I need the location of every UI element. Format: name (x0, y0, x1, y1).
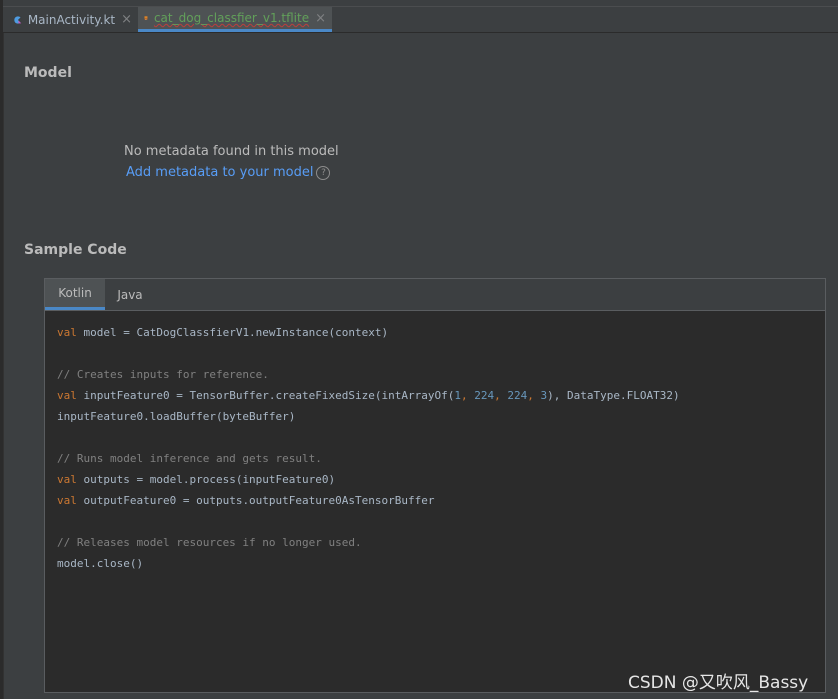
code-line: val outputs = model.process(inputFeature… (57, 473, 335, 486)
tab-bar-top-strip (3, 0, 838, 7)
code-comment: // Creates inputs for reference. (57, 368, 269, 381)
code-line: val model = CatDogClassfierV1.newInstanc… (57, 326, 388, 339)
code-line: val outputFeature0 = outputs.outputFeatu… (57, 494, 435, 507)
close-icon[interactable]: × (315, 11, 326, 26)
editor-tab-bar: MainActivity.kt × TFL cat_dog_classfier_… (3, 0, 838, 33)
model-section-title: Model (24, 65, 72, 81)
tab-java[interactable]: Java (105, 279, 155, 310)
tab-label: MainActivity.kt (27, 12, 116, 27)
keyword: val (57, 473, 77, 486)
code-line: model.close() (57, 557, 144, 570)
code-comment: // Releases model resources if no longer… (57, 536, 362, 549)
code-text: model = CatDogClassfierV1.newInstance(co… (76, 326, 389, 339)
sample-code-panel: Kotlin Java val model = CatDogClassfierV… (44, 278, 826, 693)
sample-code-title: Sample Code (24, 242, 127, 258)
watermark: CSDN @又吹风_Bassy (628, 673, 809, 693)
code-comment: // Runs model inference and gets result. (57, 452, 322, 465)
keyword: val (57, 494, 77, 507)
keyword: val (57, 389, 77, 402)
tab-label: cat_dog_classfier_v1.tflite (153, 11, 310, 25)
number-literal: 224 (507, 389, 528, 402)
comma: , (494, 389, 508, 402)
code-editor[interactable]: val model = CatDogClassfierV1.newInstanc… (45, 311, 825, 692)
number-literal: 224 (474, 389, 495, 402)
code-text: ), DataType.FLOAT32) (547, 389, 680, 402)
tflite-file-icon: TFL (144, 16, 148, 21)
code-text: outputs = model.process(inputFeature0) (76, 473, 336, 486)
number-literal: 1 (454, 389, 461, 402)
add-metadata-link[interactable]: Add metadata to your model ? (126, 165, 331, 180)
no-metadata-message: No metadata found in this model (124, 144, 339, 159)
close-icon[interactable]: × (121, 12, 132, 27)
code-text: inputFeature0 = TensorBuffer.createFixed… (76, 389, 455, 402)
left-rail (0, 0, 4, 699)
add-metadata-label: Add metadata to your model (126, 165, 314, 180)
help-icon[interactable]: ? (316, 165, 331, 180)
kotlin-file-icon (14, 15, 22, 24)
code-text: outputFeature0 = outputs.outputFeature0A… (76, 494, 435, 507)
comma: , (461, 389, 475, 402)
comma: , (527, 389, 541, 402)
keyword: val (57, 326, 77, 339)
tab-mainactivity[interactable]: MainActivity.kt × (8, 7, 138, 32)
tab-kotlin[interactable]: Kotlin (45, 279, 105, 310)
code-line: val inputFeature0 = TensorBuffer.createF… (57, 389, 680, 402)
tab-tflite-model[interactable]: TFL cat_dog_classfier_v1.tflite × (138, 7, 332, 32)
language-tabs: Kotlin Java (45, 279, 825, 311)
code-line: inputFeature0.loadBuffer(byteBuffer) (57, 410, 296, 423)
